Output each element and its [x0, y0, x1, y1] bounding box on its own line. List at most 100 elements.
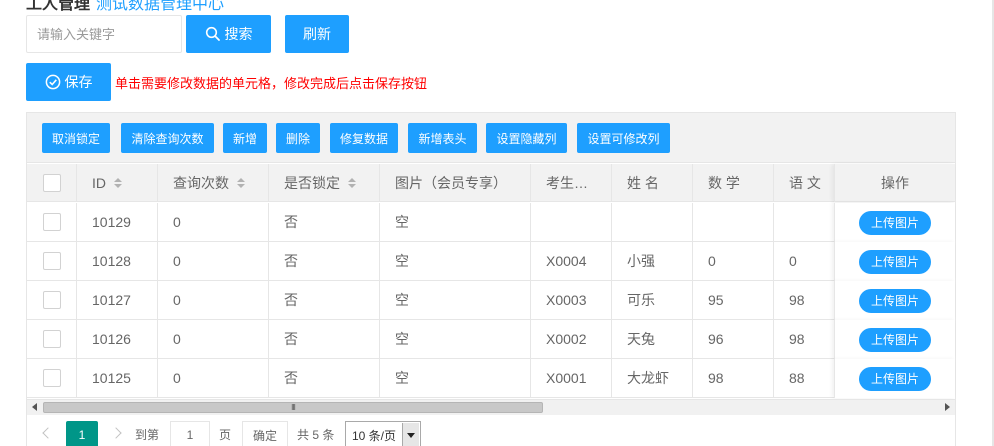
upload-image-button[interactable]: 上传图片 [859, 249, 931, 274]
column-label-math: 数 学 [708, 174, 740, 191]
search-button[interactable]: 搜索 [186, 15, 271, 53]
add-button[interactable]: 新增 [223, 123, 267, 153]
cell-exam-no[interactable]: X0002 [531, 320, 612, 358]
scroll-right-arrow-icon[interactable] [945, 403, 950, 411]
actions-cell: 上传图片 [834, 359, 955, 398]
cell-locked[interactable]: 否 [269, 203, 380, 241]
header-link[interactable]: 测试数据管理中心 [96, 0, 224, 13]
select-all-checkbox[interactable] [42, 173, 61, 192]
row-checkbox[interactable] [42, 252, 61, 270]
horizontal-scrollbar[interactable]: III [27, 399, 955, 415]
row-checkbox-cell [27, 359, 77, 397]
row-checkbox[interactable] [42, 369, 61, 387]
upload-image-button[interactable]: 上传图片 [859, 327, 931, 352]
cell-image[interactable]: 空 [380, 359, 531, 397]
cell-id[interactable]: 10127 [77, 281, 158, 319]
cell-queries[interactable]: 0 [158, 359, 269, 397]
cell-image[interactable]: 空 [380, 242, 531, 280]
sort-icon[interactable] [348, 177, 356, 188]
row-checkbox[interactable] [42, 213, 61, 231]
table-row: 10127 0 否 空 X0003 可乐 95 98 上传图片 [27, 281, 955, 320]
cell-name[interactable]: 小强 [612, 242, 693, 280]
current-page[interactable]: 1 [66, 421, 98, 446]
chevron-left-icon[interactable] [42, 427, 54, 439]
table-row: 10125 0 否 空 X0001 大龙虾 98 88 上传图片 [27, 359, 955, 398]
chevron-right-icon[interactable] [110, 427, 122, 439]
repair-data-button[interactable]: 修复数据 [330, 123, 398, 153]
sort-icon[interactable] [237, 177, 245, 188]
row-checkbox[interactable] [42, 291, 61, 309]
set-editable-columns-button[interactable]: 设置可修改列 [577, 123, 670, 153]
cell-math[interactable]: 95 [693, 281, 774, 319]
cell-id[interactable]: 10128 [77, 242, 158, 280]
table-header: ID 查询次数 是否锁定 图片（会员专享） 考生… 姓 名 数 学 语 文 [27, 164, 955, 202]
cell-exam-no[interactable]: X0003 [531, 281, 612, 319]
row-checkbox-cell [27, 281, 77, 319]
scroll-left-arrow-icon[interactable] [32, 403, 37, 411]
cell-exam-no[interactable] [531, 203, 612, 241]
save-button[interactable]: 保存 [26, 63, 111, 101]
column-label-id: ID [92, 174, 106, 191]
cell-math[interactable]: 96 [693, 320, 774, 358]
upload-image-button[interactable]: 上传图片 [859, 366, 931, 391]
row-checkbox[interactable] [42, 330, 61, 348]
clear-query-count-button[interactable]: 清除查询次数 [121, 123, 214, 153]
upload-image-button[interactable]: 上传图片 [859, 210, 931, 235]
cell-math[interactable]: 0 [693, 242, 774, 280]
cell-exam-no[interactable]: X0001 [531, 359, 612, 397]
column-header-name: 姓 名 [612, 164, 693, 201]
search-input[interactable] [26, 15, 182, 53]
cell-name[interactable]: 大龙虾 [612, 359, 693, 397]
scrollbar-thumb[interactable]: III [43, 402, 543, 413]
cell-locked[interactable]: 否 [269, 359, 380, 397]
cell-id[interactable]: 10126 [77, 320, 158, 358]
cell-queries[interactable]: 0 [158, 281, 269, 319]
upload-image-button[interactable]: 上传图片 [859, 288, 931, 313]
column-label-name: 姓 名 [627, 174, 659, 191]
add-header-button[interactable]: 新增表头 [408, 123, 477, 153]
cell-name[interactable]: 天兔 [612, 320, 693, 358]
page-header-cut: 工人管理 测试数据管理中心 [26, 0, 224, 13]
cell-image[interactable]: 空 [380, 281, 531, 319]
save-hint: 单击需要修改数据的单元格，修改完成后点击保存按钮 [115, 76, 428, 91]
cell-id[interactable]: 10125 [77, 359, 158, 397]
actions-cell: 上传图片 [834, 242, 955, 281]
cell-locked[interactable]: 否 [269, 320, 380, 358]
cell-queries[interactable]: 0 [158, 320, 269, 358]
sort-icon[interactable] [114, 177, 122, 188]
cell-locked[interactable]: 否 [269, 242, 380, 280]
column-header-queries[interactable]: 查询次数 [158, 164, 269, 201]
cell-id[interactable]: 10129 [77, 203, 158, 241]
actions-cell: 上传图片 [834, 281, 955, 320]
cell-queries[interactable]: 0 [158, 242, 269, 280]
refresh-button[interactable]: 刷新 [285, 15, 349, 53]
header-checkbox-cell [27, 164, 77, 201]
column-label-exam-no: 考生… [546, 174, 588, 191]
column-header-image: 图片（会员专享） [380, 164, 531, 201]
goto-confirm-button[interactable]: 确定 [242, 421, 288, 446]
cell-math[interactable]: 98 [693, 359, 774, 397]
column-header-id[interactable]: ID [77, 164, 158, 201]
cell-math[interactable] [693, 203, 774, 241]
set-hidden-columns-button[interactable]: 设置隐藏列 [486, 123, 567, 153]
cell-name[interactable]: 可乐 [612, 281, 693, 319]
column-header-math: 数 学 [693, 164, 774, 201]
table-row: 10128 0 否 空 X0004 小强 0 0 上传图片 [27, 242, 955, 281]
cell-queries[interactable]: 0 [158, 203, 269, 241]
actions-cell: 上传图片 [834, 203, 955, 242]
page-size-select[interactable]: 10 条/页 [345, 421, 421, 446]
cell-name[interactable] [612, 203, 693, 241]
cell-exam-no[interactable]: X0004 [531, 242, 612, 280]
goto-page-input[interactable] [170, 421, 210, 446]
cell-locked[interactable]: 否 [269, 281, 380, 319]
table-body: 10129 0 否 空 上传图片 10128 0 否 空 X0004 小强 0 … [27, 203, 955, 398]
row-checkbox-cell [27, 320, 77, 358]
cell-image[interactable]: 空 [380, 320, 531, 358]
chevron-down-icon[interactable] [402, 423, 419, 446]
column-header-locked[interactable]: 是否锁定 [269, 164, 380, 201]
delete-button[interactable]: 删除 [276, 123, 320, 153]
column-label-chinese: 语 文 [789, 174, 821, 191]
unlock-button[interactable]: 取消锁定 [42, 123, 110, 153]
cell-image[interactable]: 空 [380, 203, 531, 241]
table-toolbar: 取消锁定 清除查询次数 新增 删除 修复数据 新增表头 设置隐藏列 设置可修改列 [27, 113, 955, 163]
